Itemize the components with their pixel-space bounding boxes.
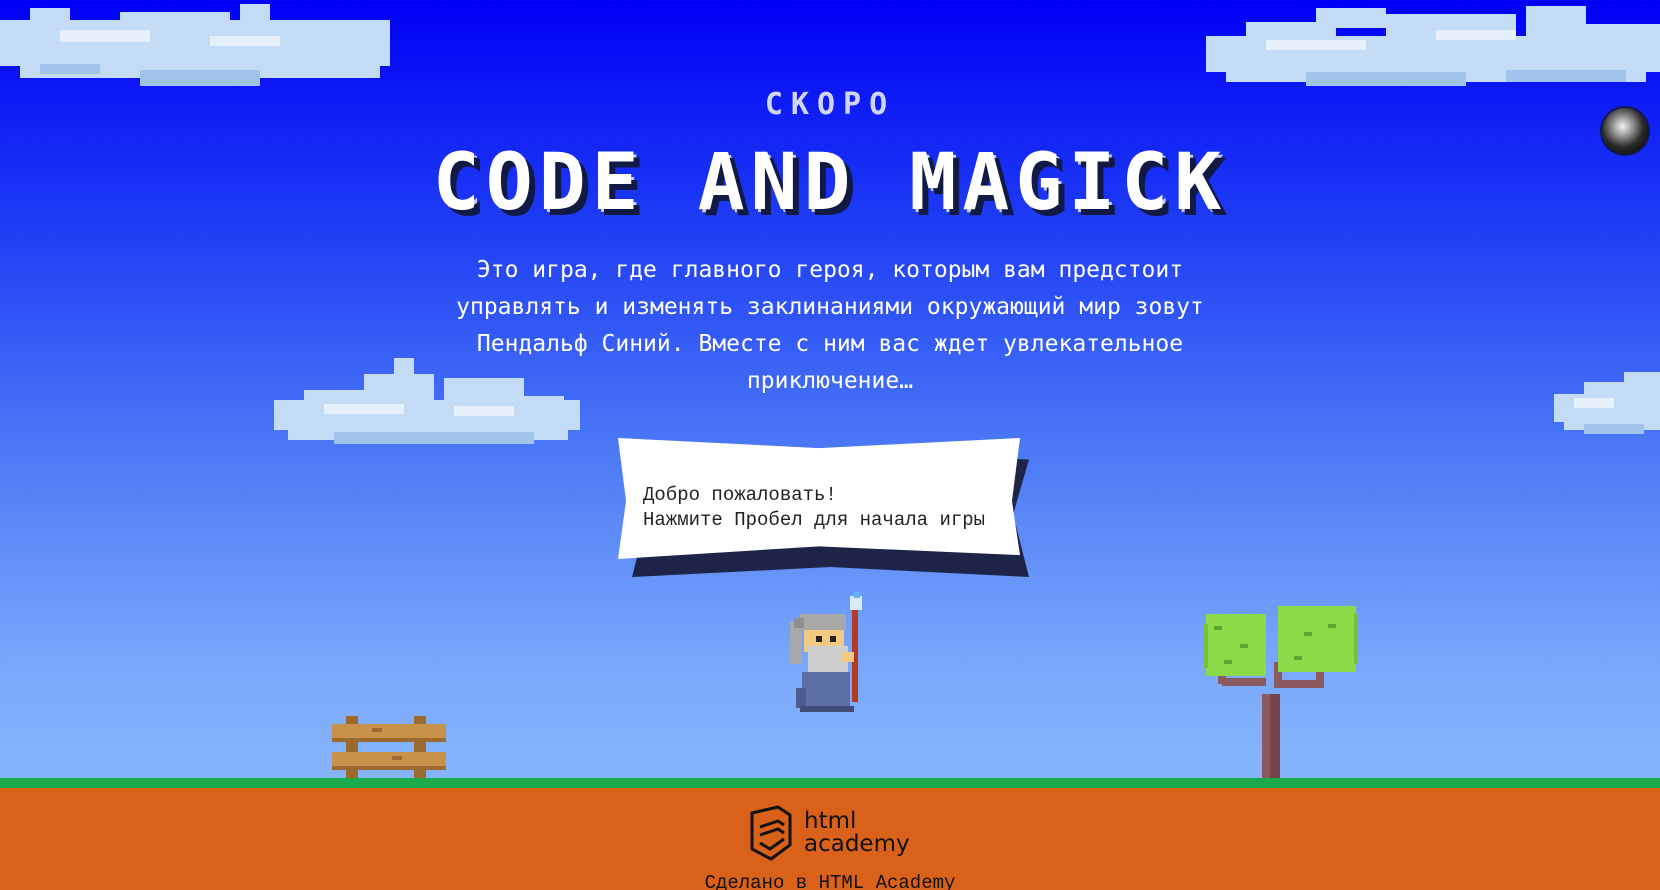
- cloud-middle-right: [1554, 372, 1660, 436]
- html-academy-logo-link[interactable]: html academy: [748, 805, 910, 861]
- game-description: Это игра, где главного героя, которым ва…: [456, 257, 1204, 394]
- grass-strip: [0, 778, 1660, 788]
- wooden-fence: [332, 716, 446, 778]
- message-text: Добро пожаловать! Нажмите Пробел для нач…: [643, 483, 985, 533]
- user-avatar-icon[interactable]: [1600, 106, 1650, 156]
- game-scene: СКОРО CODE AND MAGICK Это игра, где глав…: [0, 0, 1660, 778]
- message-box: Добро пожаловать! Нажмите Пробел для нач…: [618, 438, 1033, 578]
- cloud-top-right: [1206, 0, 1660, 90]
- logo-text-html: html: [804, 808, 857, 834]
- tree: [1204, 604, 1359, 778]
- html-academy-logo-icon: [750, 805, 792, 861]
- cloud-top-left: [0, 0, 390, 90]
- wizard-character: [786, 592, 878, 712]
- game-title: CODE AND MAGICK: [432, 138, 1228, 228]
- logo-text-academy: academy: [804, 831, 910, 857]
- message-line-instruction: Нажмите Пробел для начала игры: [643, 509, 986, 531]
- message-line-welcome: Добро пожаловать!: [643, 484, 837, 506]
- footer-note: Сделано в HTML Academy: [704, 872, 956, 890]
- subtitle: СКОРО: [764, 87, 896, 122]
- header: СКОРО CODE AND MAGICK: [0, 87, 1660, 229]
